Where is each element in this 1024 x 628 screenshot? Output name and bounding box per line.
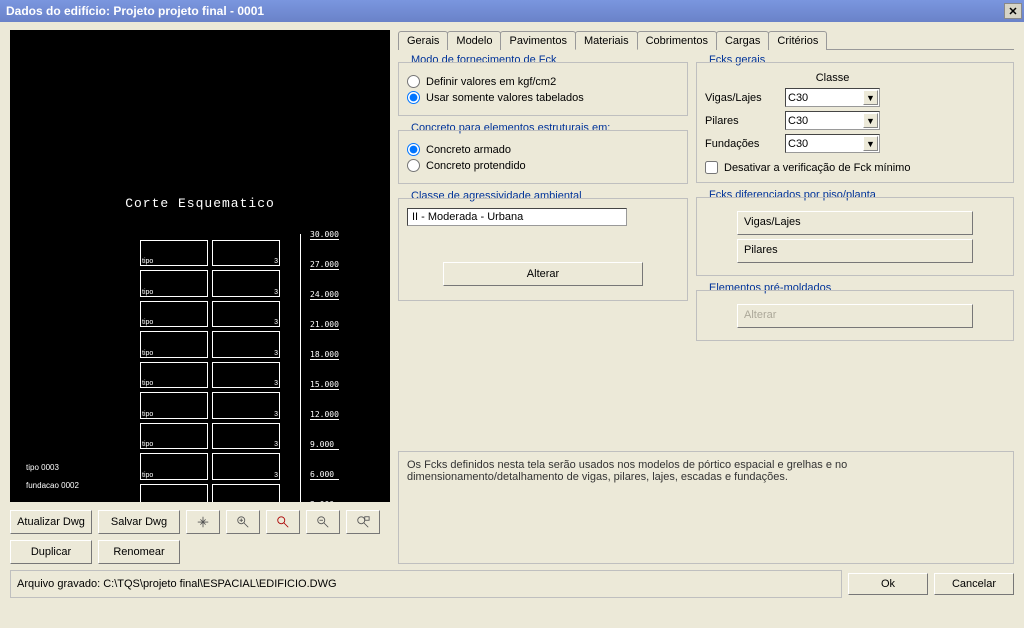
fck-mode-group: Definir valores em kgf/cm2 Usar somente … (398, 62, 688, 116)
radio-tabelados[interactable] (407, 91, 420, 104)
window-title: Dados do edifício: Projeto projeto final… (6, 4, 264, 18)
duplicate-button[interactable]: Duplicar (10, 540, 92, 564)
pan-icon[interactable] (186, 510, 220, 534)
concrete-type-group: Concreto armado Concreto protendido (398, 130, 688, 184)
window-titlebar: Dados do edifício: Projeto projeto final… (0, 0, 1024, 22)
pilares-button[interactable]: Pilares (737, 239, 973, 263)
pre-moldados-group: Alterar (696, 290, 1014, 341)
tab-materiais[interactable]: Materiais (575, 31, 638, 50)
classe-label: Classe (785, 72, 880, 84)
aggressiveness-value: II - Moderada - Urbana (407, 208, 627, 226)
alterar-agress-button[interactable]: Alterar (443, 262, 643, 286)
filepath-label: Arquivo gravado: C:\TQS\projeto final\ES… (10, 570, 842, 598)
aggressiveness-group: II - Moderada - Urbana Alterar (398, 198, 688, 301)
zoom-window-icon[interactable] (346, 510, 380, 534)
alterar-premold-button: Alterar (737, 304, 973, 328)
tab-cobrimentos[interactable]: Cobrimentos (637, 31, 717, 50)
fck-select-0[interactable]: C30▼ (785, 88, 880, 107)
info-text-box: Os Fcks definidos nesta tela serão usado… (398, 451, 1014, 564)
radio-concreto-armado[interactable] (407, 143, 420, 156)
chevron-down-icon: ▼ (863, 136, 878, 151)
fck-select-1[interactable]: C30▼ (785, 111, 880, 130)
tab-gerais[interactable]: Gerais (398, 31, 448, 50)
preview-side-label: tipo 0003 (26, 463, 59, 472)
update-dwg-button[interactable]: Atualizar Dwg (10, 510, 92, 534)
preview-side-label-2: fundacao 0002 (26, 481, 79, 490)
tab-pavimentos[interactable]: Pavimentos (500, 31, 575, 50)
preview-title: Corte Esquematico (10, 196, 390, 211)
tab-critérios[interactable]: Critérios (768, 31, 827, 50)
tab-cargas[interactable]: Cargas (716, 31, 769, 50)
fck-select-2[interactable]: C30▼ (785, 134, 880, 153)
drawing-preview: Corte Esquematico 30.00027.00024.00021.0… (10, 30, 390, 502)
save-dwg-button[interactable]: Salvar Dwg (98, 510, 180, 534)
fcks-gerais-group: Classe Vigas/LajesC30▼PilaresC30▼Fundaçõ… (696, 62, 1014, 183)
disable-fck-min-checkbox[interactable] (705, 161, 718, 174)
tab-bar: GeraisModeloPavimentosMateriaisCobriment… (398, 30, 1014, 50)
radio-concreto-protendido[interactable] (407, 159, 420, 172)
ok-button[interactable]: Ok (848, 573, 928, 595)
chevron-down-icon: ▼ (863, 113, 878, 128)
tab-modelo[interactable]: Modelo (447, 31, 501, 50)
zoom-extents-icon[interactable] (266, 510, 300, 534)
fcks-diferenciados-group: Vigas/Lajes Pilares (696, 197, 1014, 276)
vigas-lajes-button[interactable]: Vigas/Lajes (737, 211, 973, 235)
radio-kgfcm2[interactable] (407, 75, 420, 88)
close-icon[interactable]: ✕ (1004, 3, 1022, 19)
fck-label-1: Pilares (705, 115, 785, 127)
fck-label-2: Fundações (705, 138, 785, 150)
fck-label-0: Vigas/Lajes (705, 92, 785, 104)
zoom-in-icon[interactable] (226, 510, 260, 534)
zoom-out-icon[interactable] (306, 510, 340, 534)
chevron-down-icon: ▼ (863, 90, 878, 105)
cancel-button[interactable]: Cancelar (934, 573, 1014, 595)
rename-button[interactable]: Renomear (98, 540, 180, 564)
